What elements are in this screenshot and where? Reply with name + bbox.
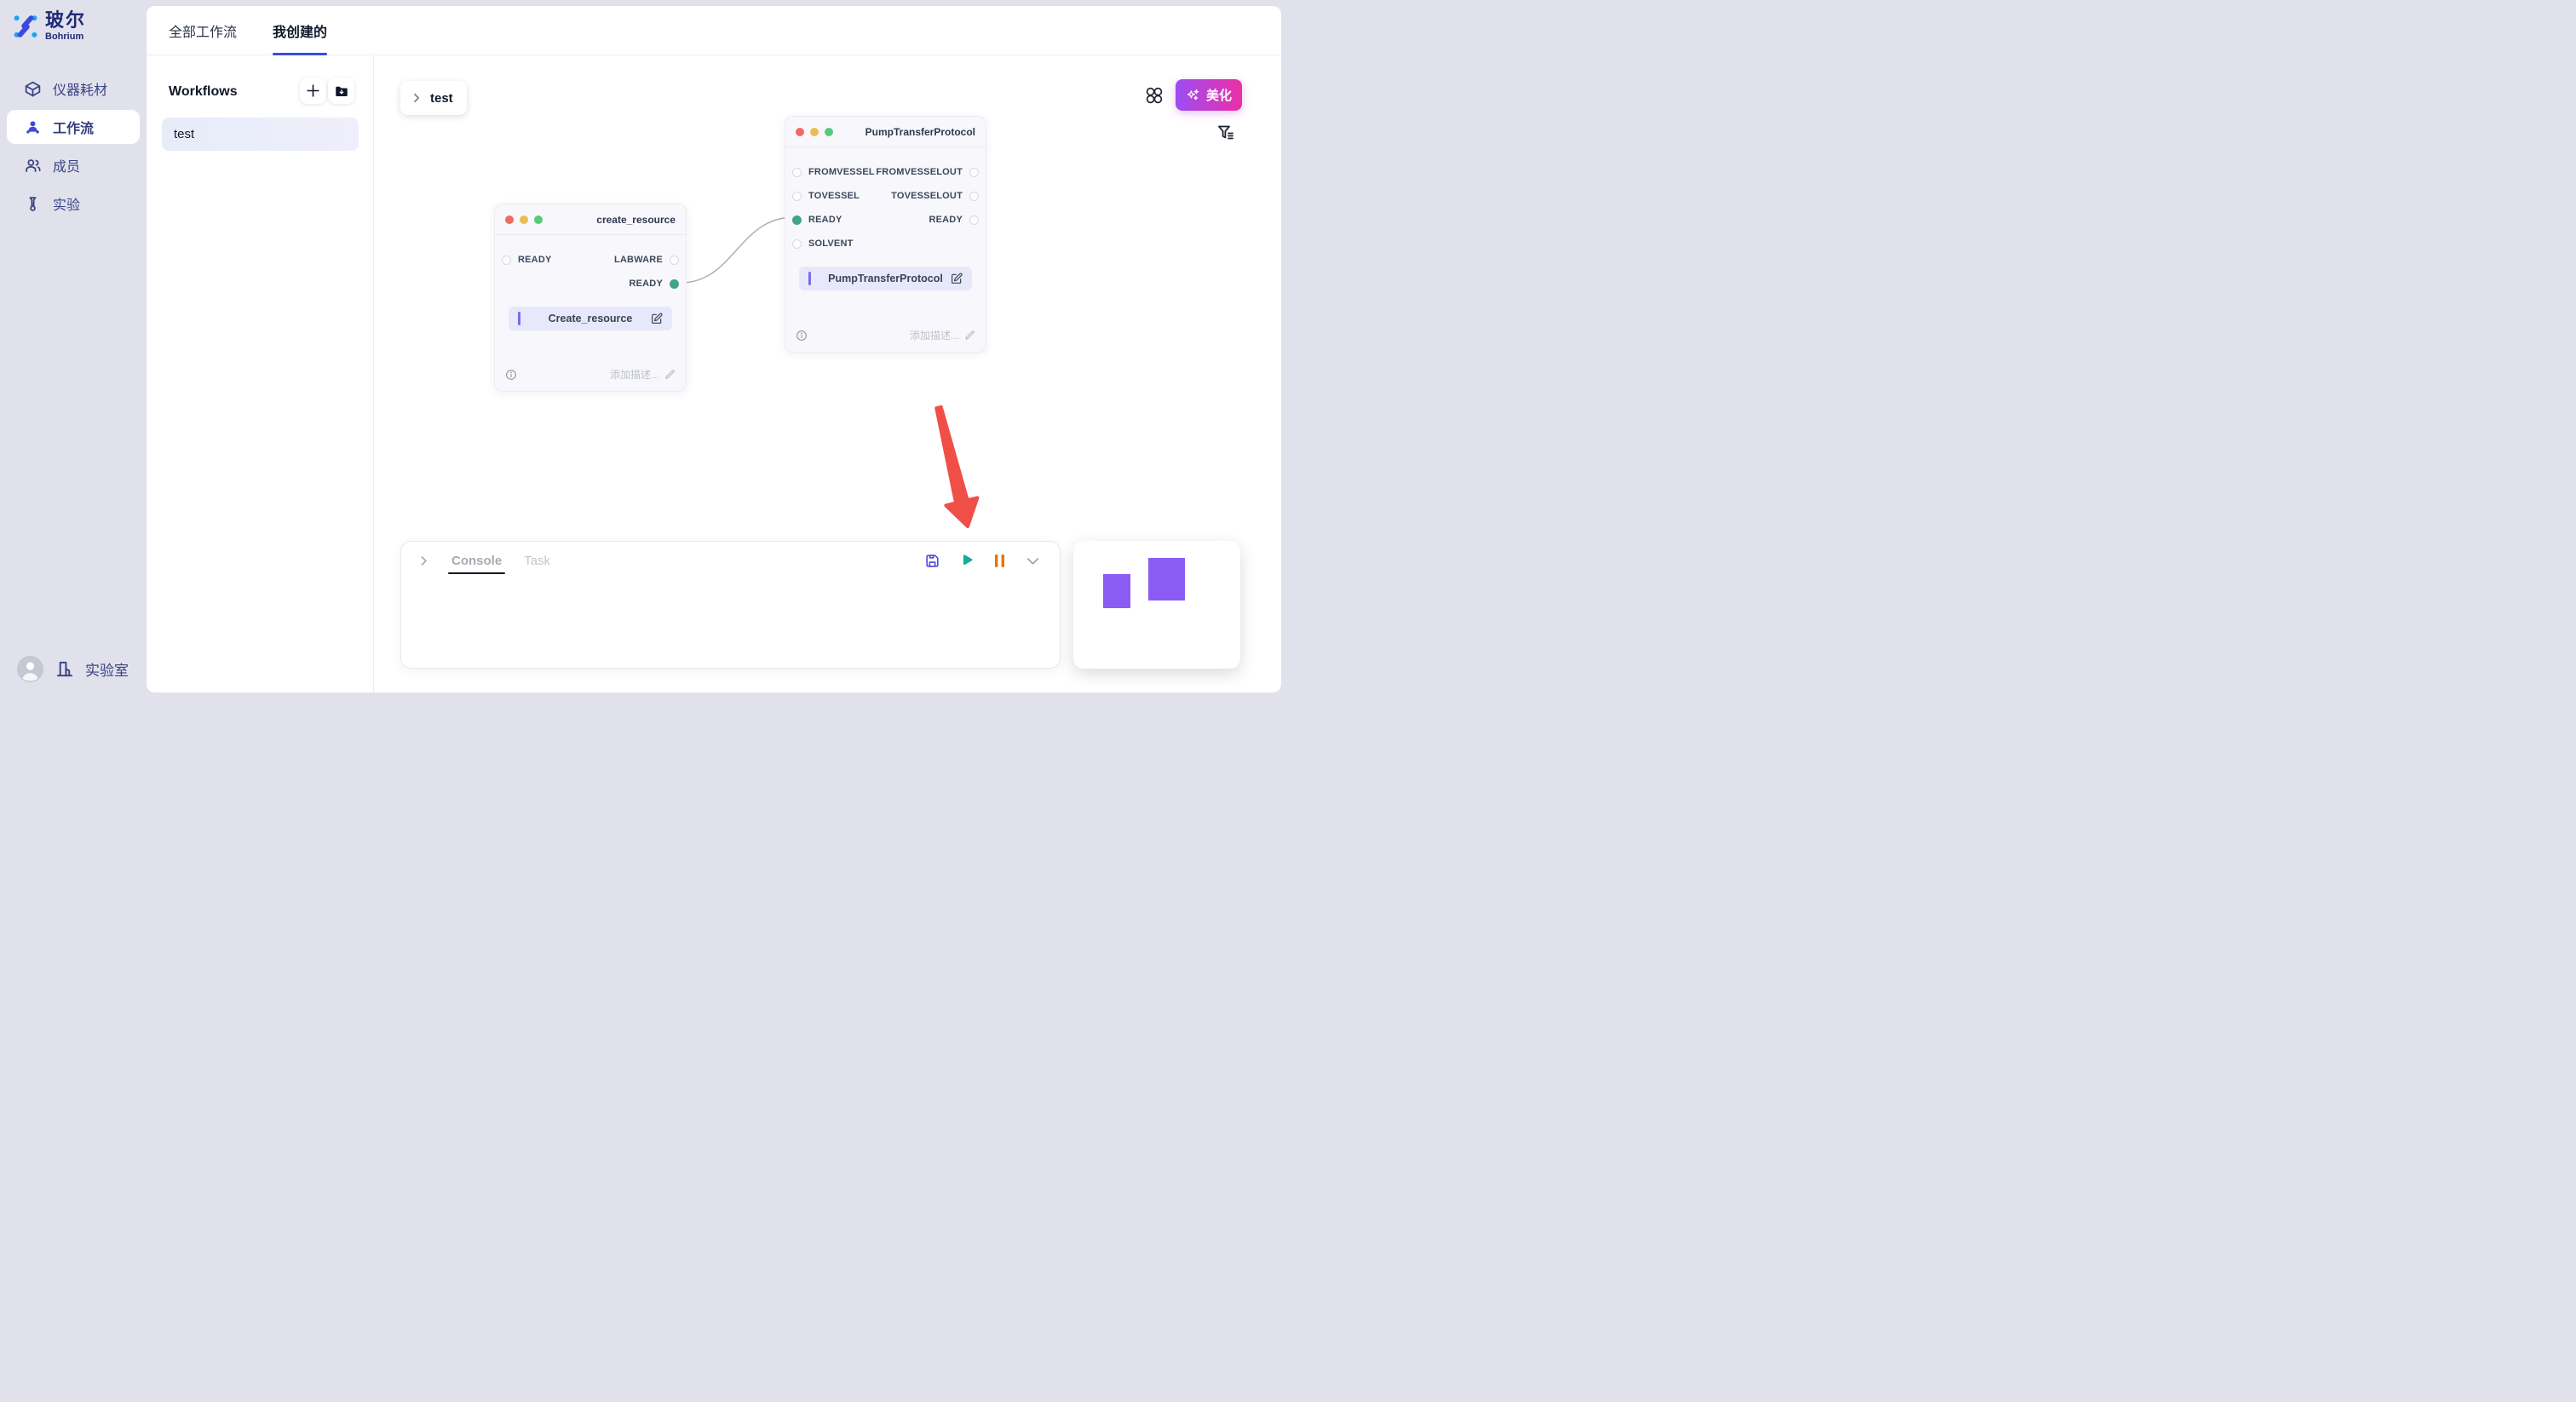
input-port-ready[interactable]: READY — [792, 215, 842, 225]
sidebar-footer: 实验室 — [17, 656, 129, 682]
node-create-resource[interactable]: create_resource READY LABWARE R — [494, 204, 687, 392]
brand-logo: 玻尔 Bohrium — [13, 11, 86, 42]
package-icon — [24, 80, 42, 98]
port-circle[interactable] — [792, 239, 802, 249]
lab-name[interactable]: 实验室 — [85, 658, 129, 680]
plus-icon — [306, 83, 320, 98]
apps-clover-button[interactable] — [1143, 84, 1165, 106]
sidebar-item-label: 实验 — [53, 193, 80, 214]
minimap-node-rect — [1103, 574, 1130, 608]
add-description[interactable]: 添加描述... — [610, 367, 676, 382]
pencil-icon — [964, 330, 975, 341]
folder-download-icon — [334, 83, 349, 99]
minimap[interactable] — [1073, 541, 1240, 669]
port-circle[interactable] — [792, 168, 802, 177]
input-port-solvent[interactable]: SOLVENT — [792, 238, 854, 249]
sidebar-item-members[interactable]: 成员 — [7, 148, 140, 182]
pill-accent-bar — [808, 272, 811, 285]
port-circle[interactable] — [670, 256, 679, 265]
import-folder-button[interactable] — [328, 78, 354, 104]
traffic-dots-icon — [505, 215, 543, 224]
edit-icon[interactable] — [950, 272, 963, 285]
info-icon[interactable] — [505, 369, 517, 381]
run-button[interactable] — [959, 553, 975, 568]
port-circle[interactable] — [502, 256, 511, 265]
node-pill[interactable]: Create_resource — [509, 307, 672, 330]
filter-funnel-icon — [1216, 123, 1236, 143]
edit-icon[interactable] — [650, 312, 664, 325]
filter-button[interactable] — [1216, 123, 1236, 143]
floppy-save-icon — [924, 553, 940, 569]
port-circle[interactable] — [969, 215, 979, 225]
workflows-panel: Workflows test — [147, 56, 374, 692]
clover-icon — [1143, 84, 1165, 106]
output-port-fromvesselout[interactable]: FROMVESSELOUT — [876, 167, 979, 177]
node-title: PumpTransferProtocol — [865, 126, 975, 138]
tab-console[interactable]: Console — [451, 542, 502, 579]
play-icon — [959, 553, 975, 568]
brand-name-zh: 玻尔 — [45, 11, 86, 30]
workflows-panel-title: Workflows — [169, 84, 238, 100]
port-circle-connected[interactable] — [792, 215, 802, 225]
workflow-tabbar: 全部工作流 我创建的 — [147, 6, 1281, 55]
sidebar-item-workflow[interactable]: 工作流 — [7, 110, 140, 144]
users-icon — [24, 157, 42, 175]
pill-accent-bar — [518, 312, 520, 325]
pencil-icon — [664, 369, 676, 380]
port-circle[interactable] — [792, 192, 802, 201]
beautify-button[interactable]: 美化 — [1176, 79, 1242, 111]
output-port-labware[interactable]: LABWARE — [614, 255, 679, 265]
add-workflow-button[interactable] — [300, 78, 326, 104]
output-port-ready[interactable]: READY — [929, 215, 979, 225]
pause-icon — [993, 554, 1006, 568]
traffic-dots-icon — [796, 128, 833, 136]
workflow-list-item-test[interactable]: test — [162, 118, 359, 151]
collapse-chevron-right-icon[interactable] — [418, 555, 429, 566]
output-port-tovesselout[interactable]: TOVESSELOUT — [891, 191, 979, 201]
input-port-ready[interactable]: READY — [502, 255, 552, 265]
sparkles-icon — [1186, 88, 1200, 102]
node-title: create_resource — [596, 214, 676, 226]
sidebar-item-consumables[interactable]: 仪器耗材 — [7, 72, 140, 106]
tab-task[interactable]: Task — [524, 542, 550, 579]
node-pump-transfer-protocol[interactable]: PumpTransferProtocol FROMVESSEL FROMVESS… — [785, 116, 986, 353]
sidebar-nav: 仪器耗材 工作流 成员 — [0, 72, 147, 221]
bohrium-logo-icon — [13, 14, 38, 39]
tab-created-by-me[interactable]: 我创建的 — [273, 6, 327, 55]
sidebar-item-label: 工作流 — [53, 117, 94, 137]
workflow-canvas[interactable]: test create_resource READY LABWARE — [374, 56, 1281, 692]
port-circle[interactable] — [969, 168, 979, 177]
input-port-tovessel[interactable]: TOVESSEL — [792, 191, 860, 201]
input-port-fromvessel[interactable]: FROMVESSEL — [792, 167, 875, 177]
flask-icon — [24, 195, 42, 213]
building-icon — [55, 659, 74, 679]
console-panel: Console Task — [400, 541, 1061, 669]
beautify-label: 美化 — [1206, 86, 1232, 104]
chevron-down-icon — [1025, 553, 1041, 569]
info-icon[interactable] — [796, 330, 808, 342]
avatar[interactable] — [17, 656, 43, 682]
sidebar-item-experiments[interactable]: 实验 — [7, 187, 140, 221]
brand-name-en: Bohrium — [45, 32, 86, 42]
sidebar-item-label: 成员 — [53, 155, 80, 175]
chevron-right-icon — [411, 93, 422, 103]
sidebar-item-label: 仪器耗材 — [53, 78, 107, 99]
save-button[interactable] — [924, 553, 940, 569]
port-circle[interactable] — [969, 192, 979, 201]
breadcrumb-label: test — [430, 91, 453, 106]
collapse-panel-button[interactable] — [1025, 553, 1041, 569]
user-icon — [24, 118, 42, 136]
output-port-ready[interactable]: READY — [629, 279, 679, 289]
tab-all-workflows[interactable]: 全部工作流 — [169, 6, 237, 55]
canvas-breadcrumb[interactable]: test — [400, 81, 467, 115]
node-pill[interactable]: PumpTransferProtocol — [799, 267, 972, 290]
main-panel: 全部工作流 我创建的 Workflows — [147, 6, 1281, 692]
pause-button[interactable] — [993, 554, 1006, 568]
sidebar: 玻尔 Bohrium 仪器耗材 工作流 — [0, 0, 147, 701]
minimap-node-rect — [1148, 558, 1185, 600]
add-description[interactable]: 添加描述... — [910, 328, 975, 342]
port-circle-connected[interactable] — [670, 279, 679, 289]
